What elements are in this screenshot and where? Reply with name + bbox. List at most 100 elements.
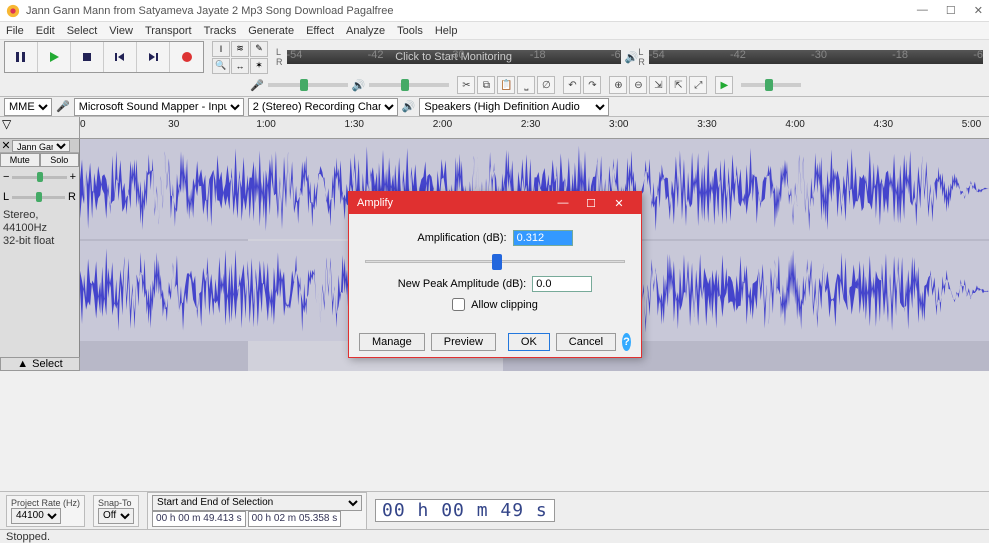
menu-transport[interactable]: Transport [145,25,192,37]
menu-edit[interactable]: Edit [36,25,55,37]
undo-icon[interactable]: ↶ [563,76,581,94]
zoom-tool-icon[interactable]: 🔍 [212,58,230,74]
fit-selection-icon[interactable]: ⇲ [649,76,667,94]
amplification-input[interactable] [513,230,573,246]
timeline-pin-icon[interactable]: ▽ [0,115,13,133]
zoom-toggle-icon[interactable]: ⤢ [689,76,707,94]
dialog-close[interactable]: ✕ [605,197,633,210]
amplification-slider[interactable] [361,252,629,270]
play-device-select[interactable]: Speakers (High Definition Audio [419,98,609,116]
paste-icon[interactable]: 📋 [497,76,515,94]
peak-label: New Peak Amplitude (dB): [398,278,526,290]
amplification-label: Amplification (dB): [417,232,506,244]
window-titlebar: Jann Gann Mann from Satyameva Jayate 2 M… [0,0,989,22]
mic-icon-2: 🎤 [56,100,70,113]
preview-button[interactable]: Preview [431,333,496,351]
window-title: Jann Gann Mann from Satyameva Jayate 2 M… [26,5,917,17]
track-close-icon[interactable]: ✕ [0,139,12,152]
snap-to-label: Snap-To [98,498,134,508]
solo-button[interactable]: Solo [40,153,80,167]
menubar: File Edit Select View Transport Tracks G… [0,22,989,40]
mic-icon: 🎤 [250,79,264,92]
track-select-button[interactable]: ▲Select [0,357,80,371]
skip-end-button[interactable] [137,42,170,72]
selection-start[interactable]: 00 h 00 m 49.413 s [152,511,246,527]
redo-icon[interactable]: ↷ [583,76,601,94]
zoom-in-icon[interactable]: ⊕ [609,76,627,94]
mute-button[interactable]: Mute [0,153,40,167]
rec-device-select[interactable]: Microsoft Sound Mapper - Input [74,98,244,116]
tools-grid: I ≋ ✎ 🔍 ↔ ✶ [212,41,268,74]
ok-button[interactable]: OK [508,333,550,351]
fit-project-icon[interactable]: ⇱ [669,76,687,94]
selection-toolbar: Project Rate (Hz) 44100 Snap-To Off Star… [0,491,989,529]
rec-volume-slider[interactable] [268,83,348,87]
timeline[interactable]: ▽ 0301:001:302:002:303:003:304:004:305:0… [0,117,989,139]
play-speed-slider[interactable] [741,83,801,87]
zoom-out-icon[interactable]: ⊖ [629,76,647,94]
record-button[interactable] [170,42,203,72]
pause-button[interactable] [5,42,38,72]
ruler-tick: 4:00 [785,119,804,130]
envelope-tool-icon[interactable]: ≋ [231,41,249,57]
play-volume-slider[interactable] [369,83,449,87]
selection-end[interactable]: 00 h 02 m 05.358 s [248,511,342,527]
dialog-maximize[interactable]: ☐ [577,197,605,210]
allow-clipping-checkbox[interactable] [452,298,465,311]
multi-tool-icon[interactable]: ✶ [250,58,268,74]
selection-format-select[interactable]: Start and End of Selection [152,495,362,511]
ruler-tick: 1:30 [345,119,364,130]
timeshift-tool-icon[interactable]: ↔ [231,58,249,74]
menu-select[interactable]: Select [67,25,98,37]
menu-view[interactable]: View [109,25,133,37]
ruler-tick: 30 [168,119,179,130]
silence-icon[interactable]: ∅ [537,76,555,94]
menu-tools[interactable]: Tools [397,25,423,37]
transport-toolbar [4,41,204,73]
dialog-titlebar[interactable]: Amplify — ☐ ✕ [349,192,641,214]
audio-host-select[interactable]: MME [4,98,52,116]
menu-tracks[interactable]: Tracks [204,25,237,37]
window-maximize[interactable]: ☐ [946,4,956,17]
audio-position[interactable]: 00 h 00 m 49 s [375,499,555,522]
speaker-icon-3: 🔊 [402,100,416,113]
recording-meter[interactable]: Click to Start Monitoring -54-42-30-18-6 [287,50,621,64]
menu-effect[interactable]: Effect [306,25,334,37]
rec-channels-select[interactable]: 2 (Stereo) Recording Chann [248,98,398,116]
ruler-tick: 3:00 [609,119,628,130]
trim-icon[interactable]: ⎵ [517,76,535,94]
ruler-tick: 2:00 [433,119,452,130]
skip-start-button[interactable] [104,42,137,72]
play-at-speed-icon[interactable]: ▶ [715,76,733,94]
menu-analyze[interactable]: Analyze [346,25,385,37]
gain-slider[interactable] [12,176,66,179]
selection-tool-icon[interactable]: I [212,41,230,57]
draw-tool-icon[interactable]: ✎ [250,41,268,57]
status-bar: Stopped. [0,529,989,543]
cut-icon[interactable]: ✂ [457,76,475,94]
help-icon[interactable]: ? [622,333,631,351]
track-control-panel: ✕ Jann Gann M Mute Solo −+ LR Stereo, 44… [0,139,80,371]
speaker-icon-2: 🔊 [352,79,366,92]
snap-to-select[interactable]: Off [98,508,134,524]
peak-input[interactable] [532,276,592,292]
menu-help[interactable]: Help [435,25,458,37]
copy-icon[interactable]: ⧉ [477,76,495,94]
menu-file[interactable]: File [6,25,24,37]
stop-button[interactable] [71,42,104,72]
manage-button[interactable]: Manage [359,333,425,351]
window-close[interactable]: ✕ [974,4,983,17]
track-menu[interactable]: Jann Gann M [12,140,70,152]
dialog-minimize[interactable]: — [549,197,577,209]
menu-generate[interactable]: Generate [248,25,294,37]
project-rate-select[interactable]: 44100 [11,508,61,524]
playback-meter[interactable]: -54-42-30-18-6 [649,50,983,64]
window-minimize[interactable]: — [917,4,928,17]
pan-slider[interactable] [12,196,65,199]
app-icon [6,4,20,18]
cancel-button[interactable]: Cancel [556,333,616,351]
play-button[interactable] [38,42,71,72]
ruler-tick: 4:30 [874,119,893,130]
status-text: Stopped. [6,531,50,543]
project-rate-label: Project Rate (Hz) [11,498,80,508]
